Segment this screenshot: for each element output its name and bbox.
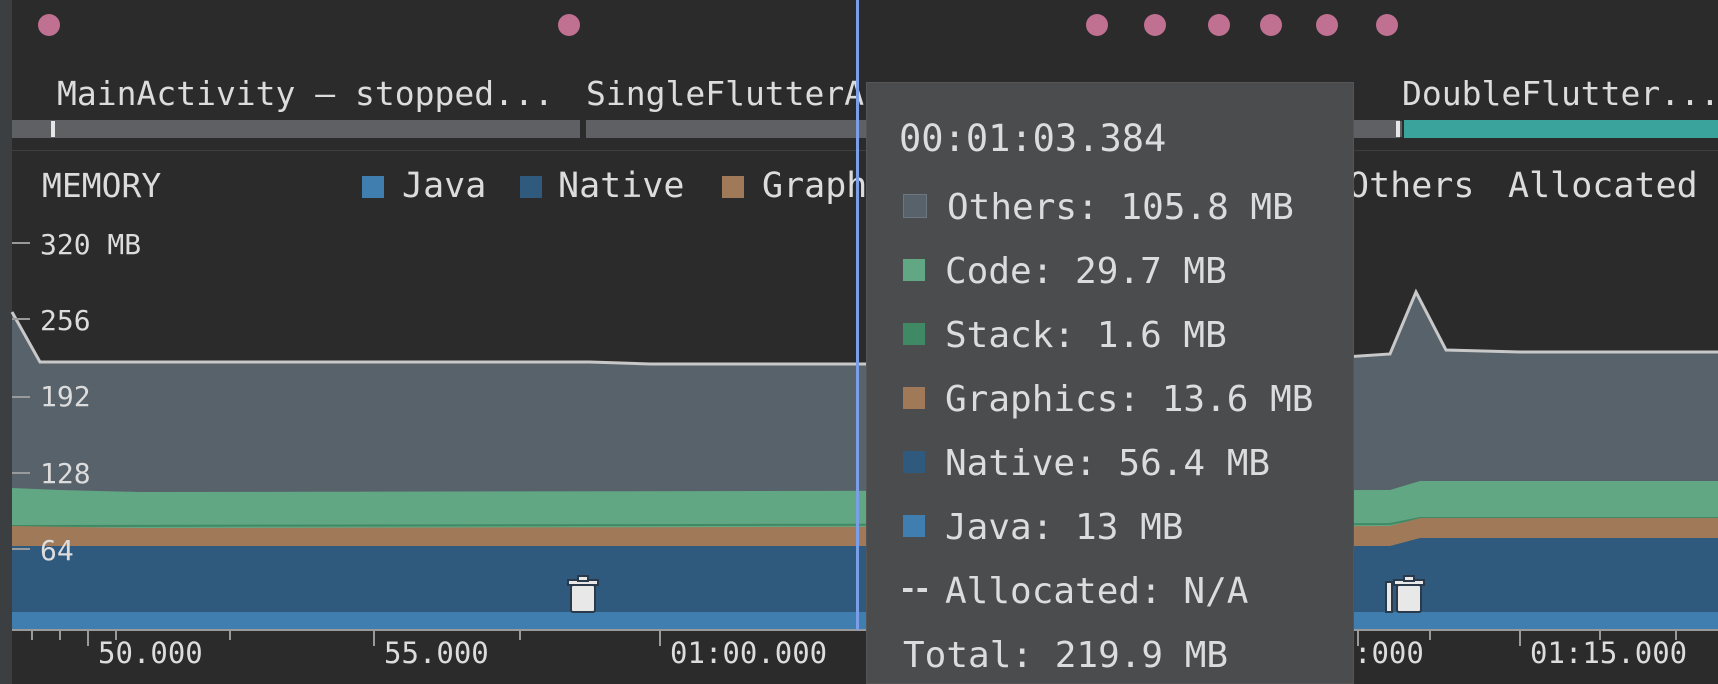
trash-icon[interactable] (1384, 574, 1428, 614)
tooltip-allocated: Allocated: N/A (945, 571, 1249, 612)
graphics-swatch (903, 387, 925, 409)
y-tick (12, 318, 30, 320)
tooltip-row-native: Native: 56.4 MB (903, 443, 1271, 484)
timeline-cursor[interactable] (856, 0, 859, 630)
tooltip-native: Native: 56.4 MB (945, 443, 1271, 484)
tooltip-row-code: Code: 29.7 MB (903, 251, 1227, 292)
y-label-128: 128 (40, 457, 91, 490)
y-label-64: 64 (40, 534, 74, 567)
java-area (12, 612, 1718, 630)
y-tick (12, 472, 30, 474)
native-swatch (903, 451, 925, 473)
memory-chart (10, 288, 1718, 646)
java-swatch (903, 515, 925, 537)
tooltip-time: 00:01:03.384 (899, 117, 1167, 160)
tooltip-row-stack: Stack: 1.6 MB (903, 315, 1227, 356)
tooltip-row-graphics: Graphics: 13.6 MB (903, 379, 1314, 420)
tooltip-row-java: Java: 13 MB (903, 507, 1184, 548)
others-swatch (903, 194, 927, 218)
x-label-partial: :000 (1354, 636, 1424, 670)
memory-tooltip: 00:01:03.384 Others: 105.8 MB Code: 29.7… (866, 82, 1354, 684)
y-tick (12, 548, 30, 550)
x-label-50: 50.000 (98, 636, 203, 670)
tooltip-java: Java: 13 MB (945, 507, 1184, 548)
tooltip-row-allocated: Allocated: N/A (903, 571, 1249, 612)
trash-icon[interactable] (566, 574, 600, 614)
tooltip-row-others: Others: 105.8 MB (903, 187, 1294, 228)
x-label-0115: 01:15.000 (1530, 636, 1688, 670)
y-label-320: 320 MB (40, 228, 142, 261)
tooltip-graphics: Graphics: 13.6 MB (945, 379, 1314, 420)
x-label-55: 55.000 (384, 636, 489, 670)
y-tick (12, 242, 30, 244)
tooltip-code: Code: 29.7 MB (945, 251, 1227, 292)
tooltip-stack: Stack: 1.6 MB (945, 315, 1227, 356)
x-label-0100: 01:00.000 (670, 636, 828, 670)
tooltip-others: Others: 105.8 MB (947, 187, 1294, 228)
code-swatch (903, 259, 925, 281)
y-tick (12, 396, 30, 398)
y-label-256: 256 (40, 304, 91, 337)
y-label-192: 192 (40, 380, 91, 413)
dashed-line-icon (903, 588, 927, 592)
tooltip-total: Total: 219.9 MB (903, 635, 1229, 676)
x-axis-ticks (31, 630, 1677, 646)
stack-swatch (903, 323, 925, 345)
